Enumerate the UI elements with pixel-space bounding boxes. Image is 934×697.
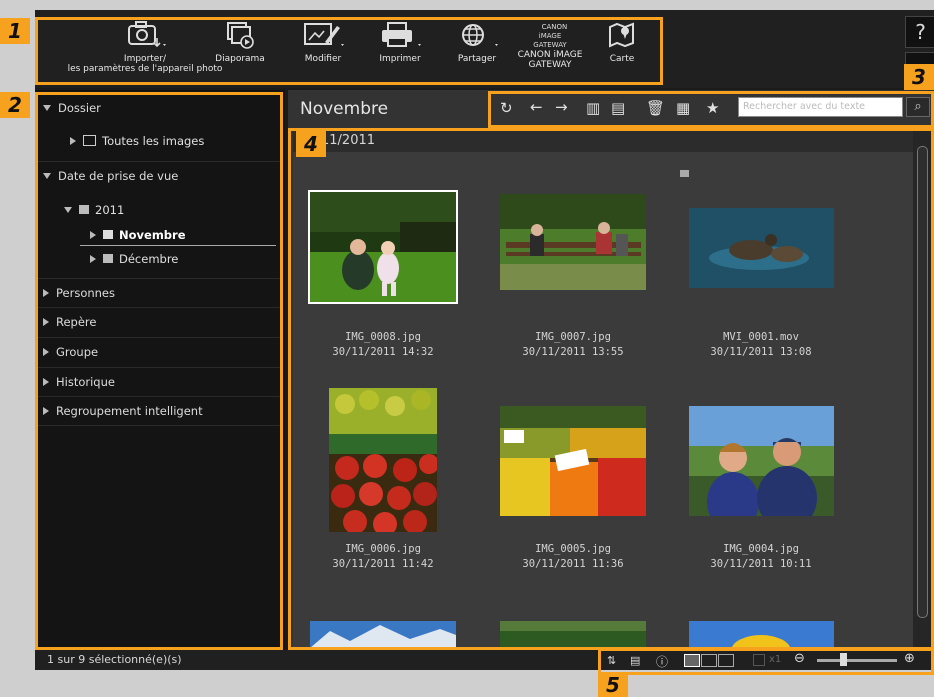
help-icon: ? bbox=[915, 20, 926, 44]
highlight-toolbar bbox=[35, 17, 663, 85]
callout-badge-1: 1 bbox=[0, 18, 30, 44]
highlight-content bbox=[288, 128, 934, 650]
callout-badge-2: 2 bbox=[0, 92, 30, 118]
help-button[interactable]: ? bbox=[905, 16, 934, 48]
callout-badge-3: 3 bbox=[904, 64, 934, 90]
callout-badge-5: 5 bbox=[598, 673, 628, 697]
highlight-sidebar bbox=[35, 92, 283, 650]
highlight-toolbar-right bbox=[488, 91, 934, 128]
callout-badge-4: 4 bbox=[296, 131, 326, 157]
highlight-statusbar bbox=[598, 648, 934, 675]
selection-count: 1 sur 9 sélectionné(e)(s) bbox=[47, 653, 182, 666]
page-title: Novembre bbox=[300, 99, 389, 119]
